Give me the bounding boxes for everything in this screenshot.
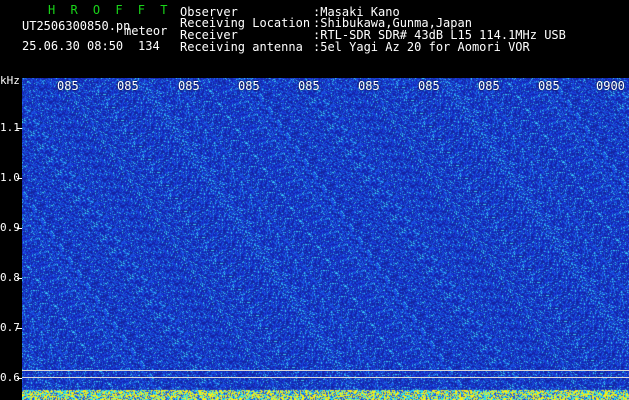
y-tick-mark bbox=[17, 178, 22, 179]
mode-label: meteor bbox=[124, 24, 168, 38]
antenna-value: :5el Yagi Az 20 for Aomori VOR bbox=[313, 40, 530, 54]
x-tick-label: 085 bbox=[117, 79, 139, 93]
header-panel: H R O F F T UT2506300850.pn meteor 25.06… bbox=[0, 0, 629, 78]
y-tick-mark bbox=[17, 128, 22, 129]
spectrogram-canvas bbox=[22, 78, 629, 400]
y-tick-mark bbox=[17, 228, 22, 229]
x-tick-label: 085 bbox=[298, 79, 320, 93]
x-tick-label: 085 bbox=[358, 79, 380, 93]
spectrogram bbox=[22, 78, 629, 400]
detection-count: 134 bbox=[138, 39, 160, 53]
antenna-label: Receiving antenna bbox=[180, 40, 303, 54]
frequency-marker-line bbox=[22, 370, 629, 371]
frequency-marker-line bbox=[22, 377, 629, 378]
app-title: H R O F F T bbox=[48, 3, 172, 17]
y-tick-mark bbox=[17, 278, 22, 279]
y-axis-unit: kHz bbox=[0, 74, 20, 87]
x-tick-label: 085 bbox=[478, 79, 500, 93]
x-tick-label: 085 bbox=[538, 79, 560, 93]
x-tick-label: 085 bbox=[57, 79, 79, 93]
y-tick-mark bbox=[17, 378, 22, 379]
file-name: UT2506300850.pn bbox=[22, 19, 131, 33]
y-tick-mark bbox=[17, 328, 22, 329]
date-time: 25.06.30 08:50 bbox=[22, 39, 124, 53]
x-tick-label: 0900 bbox=[596, 79, 625, 93]
x-tick-label: 085 bbox=[418, 79, 440, 93]
x-tick-label: 085 bbox=[238, 79, 260, 93]
x-tick-label: 085 bbox=[178, 79, 200, 93]
